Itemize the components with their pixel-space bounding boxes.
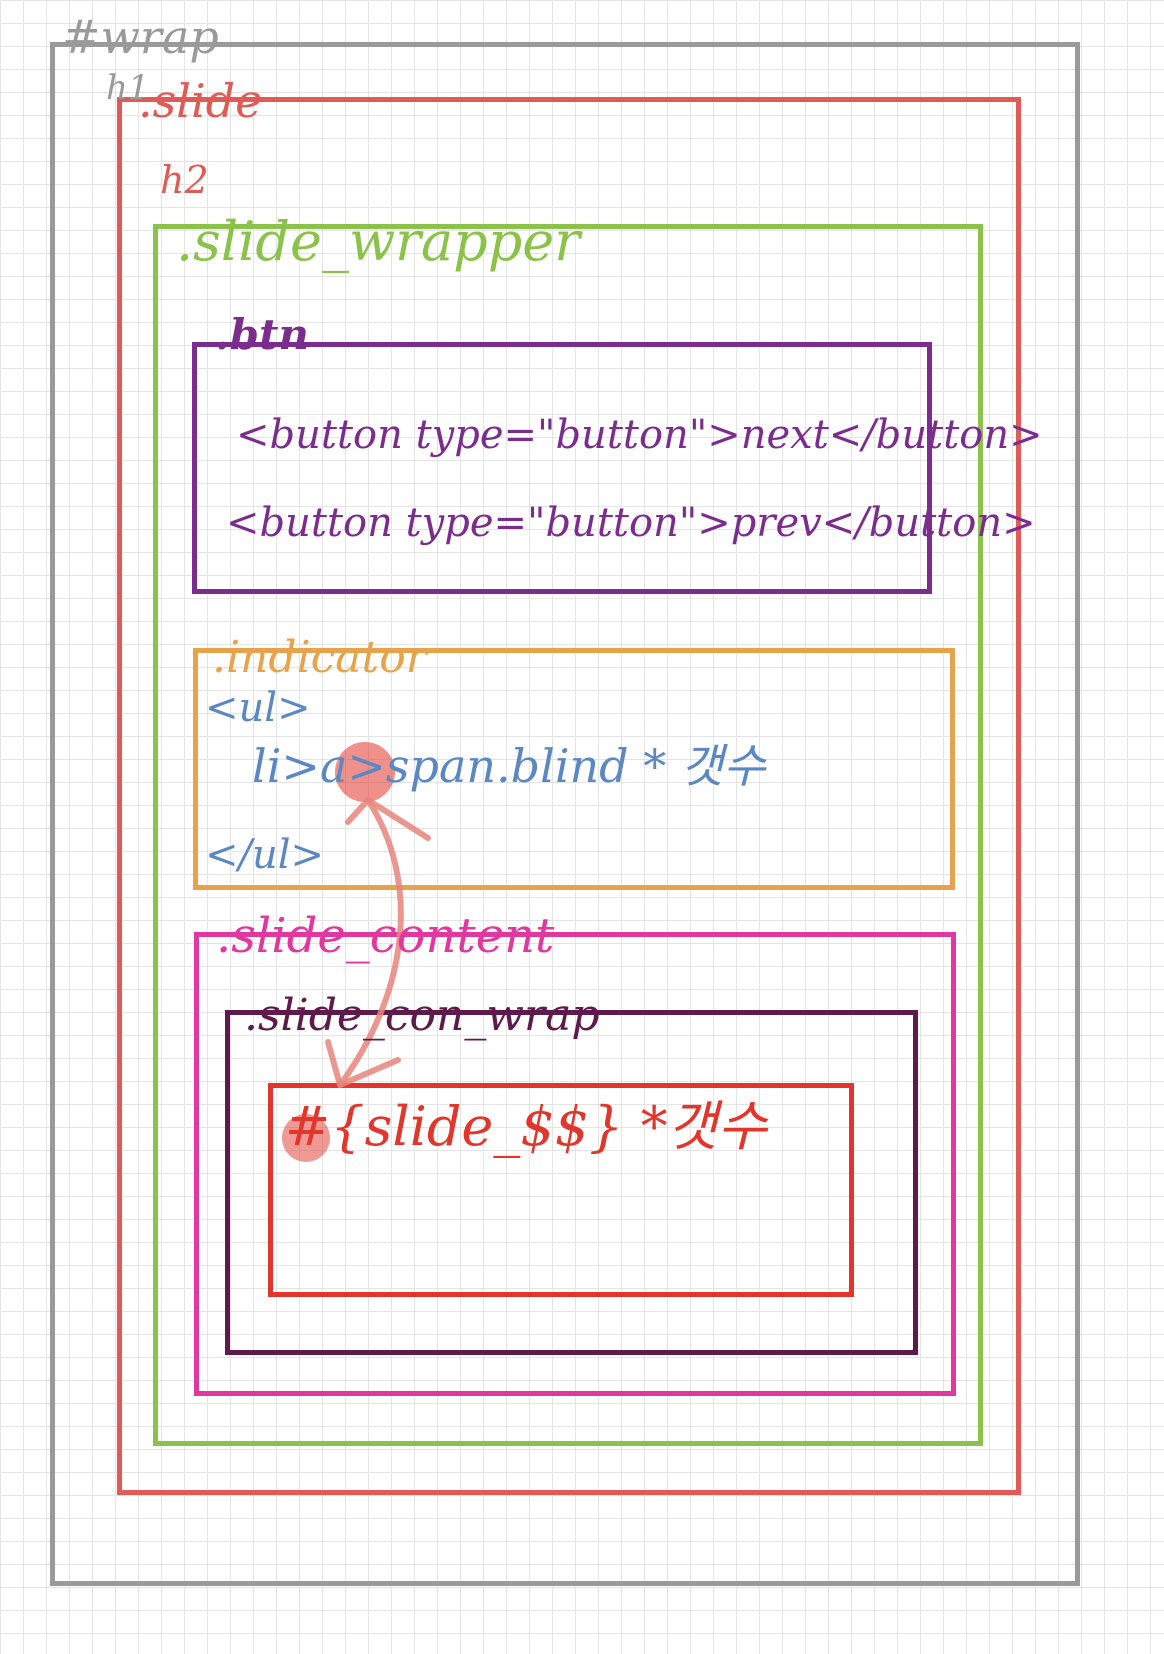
slide-label: .slide [138, 74, 263, 128]
indicator-label: .indicator [212, 632, 427, 683]
slide-con-wrap-label: .slide_con_wrap [244, 990, 600, 1041]
btn-label: .btn [215, 310, 309, 359]
wrap-label: #wrap [62, 10, 219, 64]
btn-container [192, 342, 932, 594]
next-button-code: <button type="button">next</button> [236, 412, 1043, 458]
li-code: li>a>span.blind * 갯수 [252, 739, 766, 793]
slide-wrapper-label: .slide_wrapper [176, 210, 581, 273]
h2-label: h2 [160, 158, 209, 202]
ul-open-code: <ul> [205, 685, 311, 731]
slide-item-label: #{slide_$$} *갯수 [285, 1095, 767, 1158]
prev-button-code: <button type="button">prev</button> [226, 500, 1036, 546]
slide-content-label: .slide_content [216, 908, 555, 964]
ul-close-code: </ul> [205, 832, 325, 878]
